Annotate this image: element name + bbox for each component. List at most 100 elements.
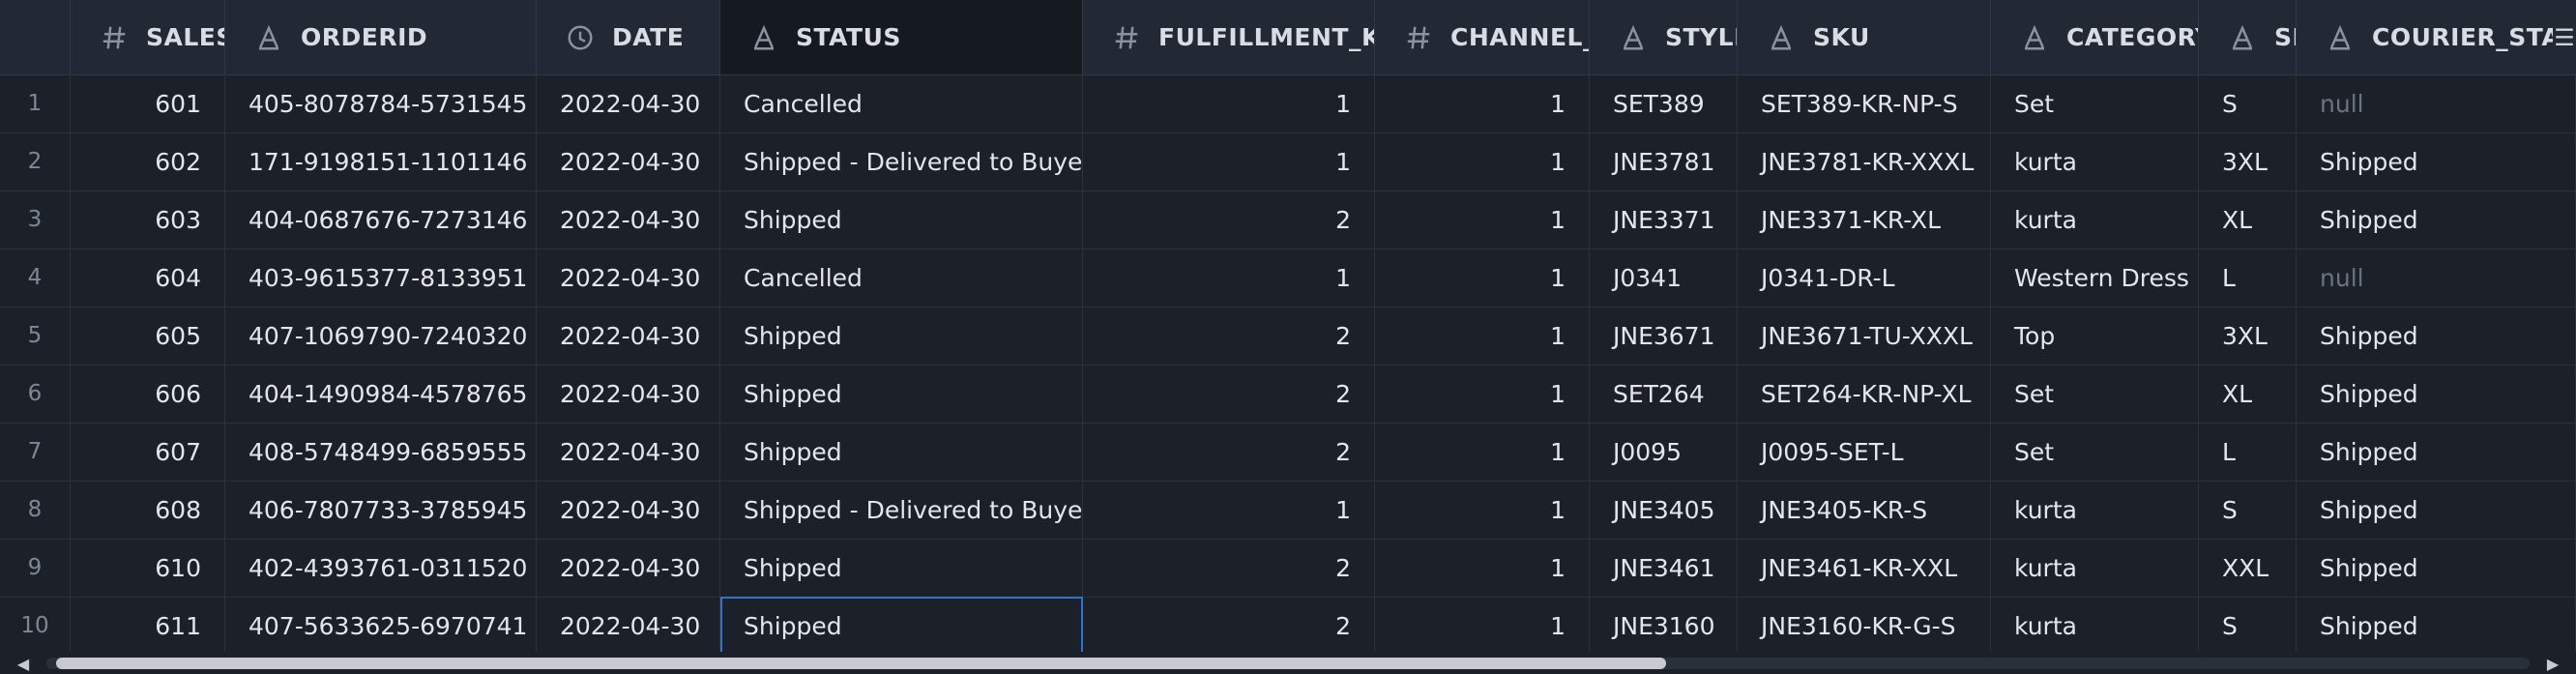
cell-date[interactable]: 2022-04-30 (537, 307, 720, 365)
horizontal-scrollbar[interactable]: ◀ ▶ (0, 652, 2576, 674)
column-header-channel-key[interactable]: CHANNEL_KE (1375, 0, 1590, 74)
cell-category[interactable]: Set (1991, 423, 2199, 481)
cell-orderid[interactable]: 407-1069790-7240320 (225, 307, 537, 365)
cell-date[interactable]: 2022-04-30 (537, 365, 720, 423)
cell-style[interactable]: JNE3371 (1590, 190, 1738, 249)
cell-status[interactable]: Shipped (720, 539, 1083, 597)
cell-sku[interactable]: J0095-SET-L (1738, 423, 1991, 481)
table-row[interactable]: 9 610 402-4393761-0311520 2022-04-30 Shi… (0, 539, 2576, 598)
cell-courier-status[interactable]: null (2297, 74, 2576, 132)
cell-date[interactable]: 2022-04-30 (537, 423, 720, 481)
cell-channel-key[interactable]: 1 (1375, 597, 1590, 652)
cell-sku[interactable]: JNE3160-KR-G-S (1738, 597, 1991, 652)
cell-category[interactable]: kurta (1991, 481, 2199, 539)
cell-orderid[interactable]: 404-1490984-4578765 (225, 365, 537, 423)
cell-category[interactable]: Set (1991, 74, 2199, 132)
caret-right-icon[interactable]: ▶ (2541, 655, 2564, 673)
cell-courier-status[interactable]: Shipped (2297, 132, 2576, 190)
cell-sales[interactable]: 611 (71, 597, 225, 652)
cell-fulfillment-key[interactable]: 2 (1083, 190, 1375, 249)
cell-courier-status[interactable]: Shipped (2297, 597, 2576, 652)
cell-style[interactable]: JNE3160 (1590, 597, 1738, 652)
cell-channel-key[interactable]: 1 (1375, 74, 1590, 132)
cell-date[interactable]: 2022-04-30 (537, 249, 720, 307)
cell-size[interactable]: 3XL (2199, 132, 2297, 190)
cell-style[interactable]: J0341 (1590, 249, 1738, 307)
cell-channel-key[interactable]: 1 (1375, 365, 1590, 423)
cell-sku[interactable]: SET389-KR-NP-S (1738, 74, 1991, 132)
cell-style[interactable]: JNE3671 (1590, 307, 1738, 365)
hamburger-icon[interactable]: ☰ (2553, 0, 2576, 74)
cell-status[interactable]: Shipped (720, 597, 1083, 652)
cell-size[interactable]: L (2199, 423, 2297, 481)
cell-fulfillment-key[interactable]: 2 (1083, 307, 1375, 365)
cell-size[interactable]: S (2199, 74, 2297, 132)
column-header-date[interactable]: DATE (537, 0, 720, 74)
cell-sku[interactable]: SET264-KR-NP-XL (1738, 365, 1991, 423)
cell-size[interactable]: XL (2199, 365, 2297, 423)
cell-style[interactable]: JNE3461 (1590, 539, 1738, 597)
cell-sku[interactable]: J0341-DR-L (1738, 249, 1991, 307)
cell-fulfillment-key[interactable]: 2 (1083, 597, 1375, 652)
cell-courier-status[interactable]: Shipped (2297, 423, 2576, 481)
cell-channel-key[interactable]: 1 (1375, 190, 1590, 249)
cell-courier-status[interactable]: Shipped (2297, 365, 2576, 423)
cell-fulfillment-key[interactable]: 1 (1083, 481, 1375, 539)
cell-style[interactable]: SET264 (1590, 365, 1738, 423)
cell-sku[interactable]: JNE3405-KR-S (1738, 481, 1991, 539)
cell-category[interactable]: kurta (1991, 597, 2199, 652)
cell-fulfillment-key[interactable]: 2 (1083, 365, 1375, 423)
cell-category[interactable]: Top (1991, 307, 2199, 365)
cell-orderid[interactable]: 407-5633625-6970741 (225, 597, 537, 652)
cell-date[interactable]: 2022-04-30 (537, 190, 720, 249)
cell-date[interactable]: 2022-04-30 (537, 597, 720, 652)
cell-category[interactable]: kurta (1991, 539, 2199, 597)
cell-sales[interactable]: 605 (71, 307, 225, 365)
cell-style[interactable]: JNE3781 (1590, 132, 1738, 190)
cell-date[interactable]: 2022-04-30 (537, 74, 720, 132)
cell-courier-status[interactable]: Shipped (2297, 539, 2576, 597)
cell-sku[interactable]: JNE3371-KR-XL (1738, 190, 1991, 249)
cell-status[interactable]: Shipped (720, 190, 1083, 249)
cell-orderid[interactable]: 405-8078784-5731545 (225, 74, 537, 132)
cell-orderid[interactable]: 402-4393761-0311520 (225, 539, 537, 597)
cell-channel-key[interactable]: 1 (1375, 481, 1590, 539)
cell-sku[interactable]: JNE3781-KR-XXXL (1738, 132, 1991, 190)
scrollbar-thumb[interactable] (56, 658, 1666, 669)
table-row[interactable]: 3 603 404-0687676-7273146 2022-04-30 Shi… (0, 190, 2576, 249)
column-header-size[interactable]: SIZ (2199, 0, 2297, 74)
cell-category[interactable]: kurta (1991, 132, 2199, 190)
table-row[interactable]: 5 605 407-1069790-7240320 2022-04-30 Shi… (0, 307, 2576, 366)
column-header-status[interactable]: STATUS (720, 0, 1083, 74)
cell-fulfillment-key[interactable]: 2 (1083, 423, 1375, 481)
table-row[interactable]: 8 608 406-7807733-3785945 2022-04-30 Shi… (0, 481, 2576, 540)
cell-status[interactable]: Cancelled (720, 249, 1083, 307)
cell-fulfillment-key[interactable]: 2 (1083, 539, 1375, 597)
table-row[interactable]: 4 604 403-9615377-8133951 2022-04-30 Can… (0, 249, 2576, 308)
cell-category[interactable]: Set (1991, 365, 2199, 423)
cell-category[interactable]: Western Dress (1991, 249, 2199, 307)
cell-courier-status[interactable]: Shipped (2297, 481, 2576, 539)
cell-date[interactable]: 2022-04-30 (537, 132, 720, 190)
cell-courier-status[interactable]: Shipped (2297, 307, 2576, 365)
table-row[interactable]: 1 601 405-8078784-5731545 2022-04-30 Can… (0, 74, 2576, 133)
cell-date[interactable]: 2022-04-30 (537, 539, 720, 597)
cell-size[interactable]: S (2199, 481, 2297, 539)
cell-size[interactable]: XL (2199, 190, 2297, 249)
cell-sales[interactable]: 607 (71, 423, 225, 481)
cell-sales[interactable]: 601 (71, 74, 225, 132)
cell-sku[interactable]: JNE3671-TU-XXXL (1738, 307, 1991, 365)
column-header-fulfillment-key[interactable]: FULFILLMENT_KEY (1083, 0, 1375, 74)
column-header-category[interactable]: CATEGORY (1991, 0, 2199, 74)
cell-fulfillment-key[interactable]: 1 (1083, 249, 1375, 307)
cell-status[interactable]: Shipped - Delivered to Buyer (720, 132, 1083, 190)
cell-size[interactable]: 3XL (2199, 307, 2297, 365)
caret-left-icon[interactable]: ◀ (12, 655, 35, 673)
table-row[interactable]: 6 606 404-1490984-4578765 2022-04-30 Shi… (0, 365, 2576, 424)
cell-channel-key[interactable]: 1 (1375, 539, 1590, 597)
cell-style[interactable]: J0095 (1590, 423, 1738, 481)
table-row[interactable]: 2 602 171-9198151-1101146 2022-04-30 Shi… (0, 132, 2576, 191)
cell-channel-key[interactable]: 1 (1375, 423, 1590, 481)
cell-sku[interactable]: JNE3461-KR-XXL (1738, 539, 1991, 597)
cell-channel-key[interactable]: 1 (1375, 132, 1590, 190)
